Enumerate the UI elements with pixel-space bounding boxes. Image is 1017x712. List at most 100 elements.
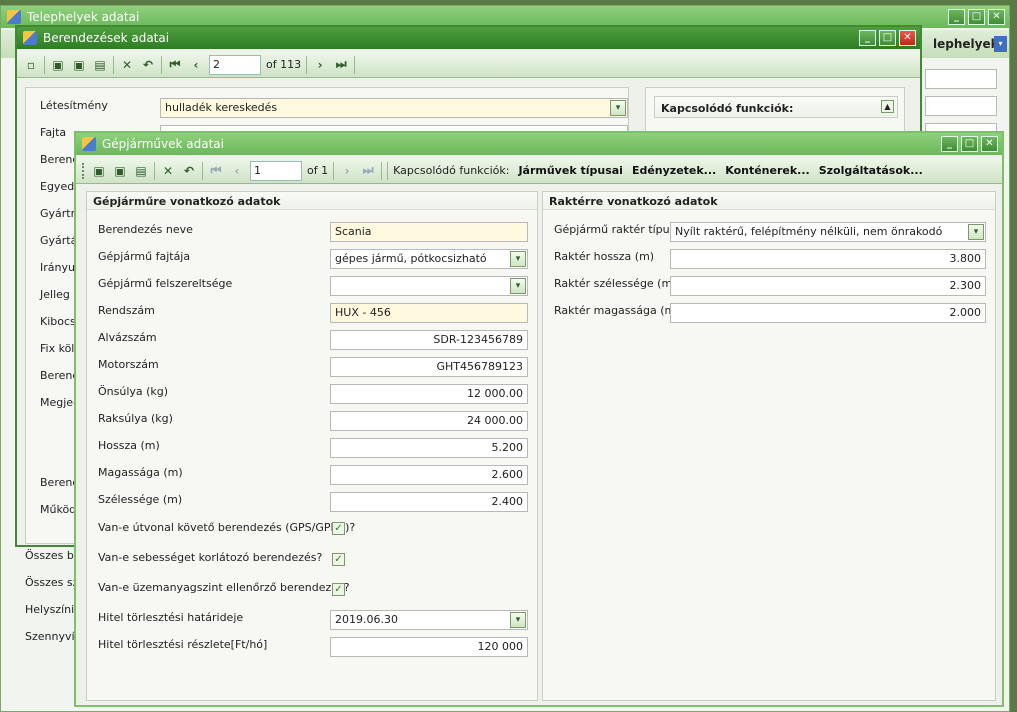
label-szelessege: Szélessége (m) <box>98 493 183 506</box>
chevron-down-icon[interactable]: ▾ <box>510 612 526 628</box>
uzemanyag-checkbox[interactable]: ✓ <box>332 583 345 596</box>
collapse-icon[interactable]: ▲ <box>881 100 894 113</box>
first-record-icon[interactable]: ⏮ <box>167 57 183 73</box>
close-button[interactable]: ✕ <box>981 136 998 152</box>
letesitmeny-value: hulladék kereskedés <box>165 101 278 114</box>
next-record-icon[interactable]: › <box>312 57 328 73</box>
separator <box>354 55 356 74</box>
rakter-tipusa-select[interactable]: Nyílt raktérű, felépítmény nélküli, nem … <box>670 222 986 242</box>
first-record-icon[interactable]: ⏮ <box>208 163 224 179</box>
new-icon[interactable]: ▫ <box>23 57 39 73</box>
berendezes-neve-field[interactable]: Scania <box>330 222 528 242</box>
kapcsolodo-title: Kapcsolódó funkciók: <box>661 102 794 115</box>
chevron-down-icon[interactable]: ▾ <box>510 278 526 294</box>
sebesseg-checkbox[interactable]: ✓ <box>332 553 345 566</box>
link-edenyzetek[interactable]: Edényzetek... <box>632 164 716 177</box>
save-icon[interactable]: ▣ <box>71 57 87 73</box>
last-record-icon[interactable]: ⏭ <box>333 57 349 73</box>
gepjarmuvek-toolbar: ▣ ▣ ▤ ✕ ↶ ⏮ ‹ 1 of 1 › ⏭ Kapcsolódó funk… <box>76 158 1002 184</box>
label-magassaga: Magassága (m) <box>98 466 183 479</box>
hossza-field[interactable]: 5.200 <box>330 438 528 458</box>
motorszam-field[interactable]: GHT456789123 <box>330 357 528 377</box>
hitel-hatarido-date[interactable]: 2019.06.30 ▾ <box>330 610 528 630</box>
gepjarmu-fajtaja-value: gépes jármű, pótkocsizható <box>335 252 487 265</box>
save-new-icon[interactable]: ▣ <box>50 57 66 73</box>
link-jarmuvek-tipusai[interactable]: Járművek típusai <box>518 164 622 177</box>
separator <box>333 161 335 180</box>
berendezesek-titlebar[interactable]: Berendezések adatai _ □ ✕ <box>17 27 920 49</box>
telephelyek-field-1[interactable] <box>925 69 997 89</box>
rakter-szelessege-field[interactable]: 2.300 <box>670 276 986 296</box>
separator <box>154 161 155 180</box>
chevron-down-icon[interactable]: ▾ <box>968 224 984 240</box>
szelessege-field[interactable]: 2.400 <box>330 492 528 512</box>
gepjarmu-panel-title: Gépjárműre vonatkozó adatok <box>87 192 537 210</box>
link-szolgaltatasok[interactable]: Szolgáltatások... <box>819 164 923 177</box>
telephelyek-scroll-button[interactable]: ▾ <box>994 36 1007 52</box>
separator <box>202 161 203 180</box>
rakter-magassaga-field[interactable]: 2.000 <box>670 303 986 323</box>
raksulya-field[interactable]: 24 000.00 <box>330 411 528 431</box>
last-record-icon[interactable]: ⏭ <box>360 163 376 179</box>
telephelyek-tab-label[interactable]: lephelyek <box>933 37 999 51</box>
save-close-icon[interactable]: ▤ <box>92 57 108 73</box>
record-number-input[interactable]: 2 <box>209 54 261 75</box>
maximize-button[interactable]: □ <box>961 136 978 152</box>
app-icon <box>82 137 96 151</box>
record-number-input[interactable]: 1 <box>250 160 302 181</box>
label-berendezes-neve: Berendezés neve <box>98 223 193 236</box>
close-button[interactable]: ✕ <box>988 9 1005 25</box>
delete-icon[interactable]: ✕ <box>119 57 135 73</box>
label-felszereltseg: Gépjármű felszereltsége <box>98 277 233 290</box>
app-icon <box>7 10 21 24</box>
toolbar-grip[interactable] <box>82 162 86 179</box>
berendezesek-toolbar: ▫ ▣ ▣ ▤ ✕ ↶ ⏮ ‹ 2 of 113 › ⏭ <box>17 52 920 78</box>
rakter-hossza-field[interactable]: 3.800 <box>670 249 986 269</box>
kapcsolodo-header[interactable]: Kapcsolódó funkciók: ▲ <box>654 96 898 118</box>
label-gepjarmu-fajtaja: Gépjármű fajtája <box>98 250 191 263</box>
separator <box>113 55 114 74</box>
undo-icon[interactable]: ↶ <box>181 163 197 179</box>
previous-record-icon[interactable]: ‹ <box>229 163 245 179</box>
previous-record-icon[interactable]: ‹ <box>188 57 204 73</box>
magassaga-field[interactable]: 2.600 <box>330 465 528 485</box>
gepjarmuvek-title: Gépjárművek adatai <box>102 137 224 151</box>
label-gps-check: Van-e útvonal követő berendezés (GPS/GPR… <box>98 521 356 534</box>
gepjarmuvek-window: Gépjárművek adatai _ □ ✕ ▣ ▣ ▤ ✕ ↶ ⏮ ‹ 1… <box>74 131 1004 707</box>
hitel-reszlet-field[interactable]: 120 000 <box>330 637 528 657</box>
close-button[interactable]: ✕ <box>899 30 916 46</box>
separator <box>161 55 162 74</box>
kapcsolodo-label: Kapcsolódó funkciók: <box>393 164 510 177</box>
minimize-button[interactable]: _ <box>859 30 876 46</box>
maximize-button[interactable]: □ <box>879 30 896 46</box>
chevron-down-icon[interactable]: ▾ <box>610 100 626 116</box>
minimize-button[interactable]: _ <box>948 9 965 25</box>
save-new-icon[interactable]: ▣ <box>91 163 107 179</box>
onsulya-field[interactable]: 12 000.00 <box>330 384 528 404</box>
label-uzemanyag-check: Van-e üzemanyagszint ellenőrző berendeze… <box>98 581 350 594</box>
felszereltseg-select[interactable]: ▾ <box>330 276 528 296</box>
undo-icon[interactable]: ↶ <box>140 57 156 73</box>
rendszam-field[interactable]: HUX - 456 <box>330 303 528 323</box>
label-rakter-tipusa: Gépjármű raktér típusa <box>554 223 683 236</box>
alvazszam-field[interactable]: SDR-123456789 <box>330 330 528 350</box>
gps-checkbox[interactable]: ✓ <box>332 522 345 535</box>
separator <box>306 55 308 74</box>
minimize-button[interactable]: _ <box>941 136 958 152</box>
chevron-down-icon[interactable]: ▾ <box>510 251 526 267</box>
delete-icon[interactable]: ✕ <box>160 163 176 179</box>
app-icon <box>23 31 37 45</box>
gepjarmuvek-titlebar[interactable]: Gépjárművek adatai _ □ ✕ <box>76 133 1002 155</box>
label-onsulya: Önsúlya (kg) <box>98 385 169 398</box>
bg-label-szennyviz: Szennyvíz <box>25 630 81 643</box>
link-kontenerek[interactable]: Konténerek... <box>725 164 809 177</box>
maximize-button[interactable]: □ <box>968 9 985 25</box>
label-fajta: Fajta <box>40 126 67 139</box>
save-close-icon[interactable]: ▤ <box>133 163 149 179</box>
record-count: of 1 <box>307 164 329 177</box>
save-icon[interactable]: ▣ <box>112 163 128 179</box>
next-record-icon[interactable]: › <box>339 163 355 179</box>
letesitmeny-field[interactable]: hulladék kereskedés ▾ <box>160 98 628 118</box>
gepjarmu-fajtaja-select[interactable]: gépes jármű, pótkocsizható ▾ <box>330 249 528 269</box>
telephelyek-field-2[interactable] <box>925 96 997 116</box>
